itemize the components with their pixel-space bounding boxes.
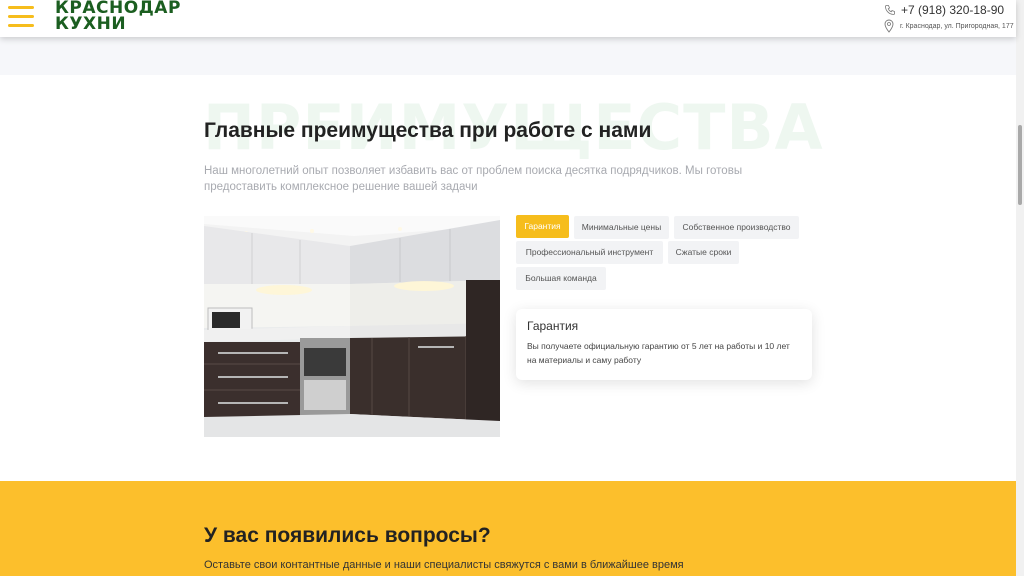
tab-short-terms[interactable]: Сжатые сроки [668,241,739,264]
page-scrollbar[interactable] [1016,0,1024,576]
scrollbar-thumb[interactable] [1018,125,1022,205]
site-header: КРАСНОДАР КУХНИ +7 (918) 320-18-90 г. Кр… [0,0,1016,37]
phone-icon [885,5,895,15]
tab-guarantee[interactable]: Гарантия [516,215,569,238]
location-pin-icon [884,19,894,33]
burger-menu-icon[interactable] [8,6,34,30]
phone-number: +7 (918) 320-18-90 [901,3,1005,17]
kitchen-photo [204,216,500,437]
questions-subtitle: Оставьте свои контантные данные и наши с… [204,559,684,571]
card-title: Гарантия [527,319,579,333]
tab-big-team[interactable]: Большая команда [516,267,606,290]
tab-min-prices[interactable]: Минимальные цены [574,216,669,239]
section-title: Главные преимущества при работе с нами [204,119,652,142]
questions-section: У вас появились вопросы? Оставьте свои к… [0,481,1016,576]
card-text: Вы получаете официальную гарантию от 5 л… [527,341,790,365]
logo-line-2: КУХНИ [55,14,127,34]
advantage-card: Гарантия Вы получаете официальную гарант… [516,309,812,380]
address: г. Краснодар, ул. Пригородная, 177 [884,19,1014,33]
address-text: г. Краснодар, ул. Пригородная, 177 [900,22,1014,30]
questions-title: У вас появились вопросы? [204,524,491,547]
top-band [0,37,1016,75]
tab-pro-tools[interactable]: Профессиональный инструмент [516,241,663,264]
section-subtitle: Наш многолетний опыт позволяет избавить … [204,165,743,193]
logo[interactable]: КРАСНОДАР КУХНИ [55,0,181,34]
tab-own-production[interactable]: Собственное производство [674,216,799,239]
phone-link[interactable]: +7 (918) 320-18-90 [884,3,1004,17]
